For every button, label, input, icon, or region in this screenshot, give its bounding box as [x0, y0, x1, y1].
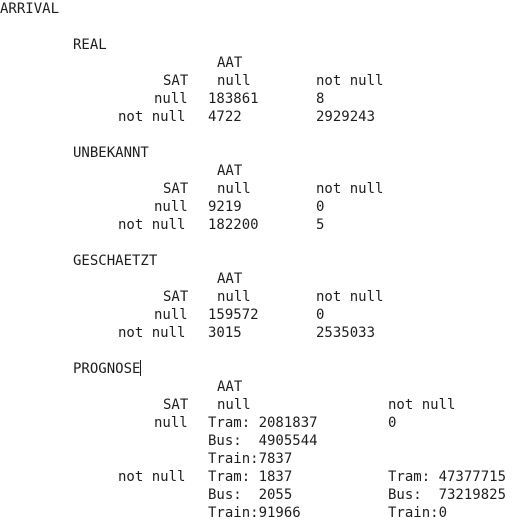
cell-value: Train:7837 — [208, 451, 293, 467]
row-label: null — [154, 91, 188, 107]
row-header: SAT — [163, 397, 189, 413]
cell-value: 8 — [316, 91, 325, 107]
cell-value: 2535033 — [316, 325, 376, 341]
section-title-real: REAL — [73, 37, 107, 53]
row-header: SAT — [163, 73, 189, 89]
row-label: null — [154, 415, 188, 431]
row-label: not null — [118, 109, 186, 125]
row-label: not null — [118, 469, 186, 485]
row-header: SAT — [163, 289, 189, 305]
col-header: AAT — [217, 379, 243, 395]
col-null-label: null — [217, 181, 251, 197]
row-label: not null — [118, 217, 186, 233]
col-null-label: null — [217, 289, 251, 305]
col-header: AAT — [217, 55, 243, 71]
col-null-label: null — [217, 397, 251, 413]
cell-value: Train:91966 — [208, 505, 301, 521]
terminal-output[interactable]: { "title": "ARRIVAL", "sections": [ { "n… — [0, 0, 524, 529]
col-not-null-label: not null — [316, 181, 384, 197]
col-null-label: null — [217, 73, 251, 89]
cell-value: Bus: 4905544 — [208, 433, 318, 449]
cell-value: Bus: 73219825 — [388, 487, 507, 503]
col-not-null-label: not null — [388, 397, 456, 413]
cell-value: 9219 — [208, 199, 242, 215]
section-title-geschaetzt: GESCHAETZT — [73, 253, 158, 269]
section-title-prognose: PROGNOSE — [73, 360, 142, 378]
cell-value: 0 — [316, 199, 325, 215]
col-header: AAT — [217, 271, 243, 287]
cell-value: Train:0 — [388, 505, 448, 521]
cell-value: 159572 — [208, 307, 259, 323]
cell-value: Tram: 1837 — [208, 469, 293, 485]
cell-value: 183861 — [208, 91, 259, 107]
cell-value: 182200 — [208, 217, 259, 233]
cell-value: 0 — [388, 415, 397, 431]
section-title-unbekannt: UNBEKANNT — [73, 145, 149, 161]
col-not-null-label: not null — [316, 289, 384, 305]
cell-value: 0 — [316, 307, 325, 323]
cell-value: 5 — [316, 217, 325, 233]
row-label: null — [154, 307, 188, 323]
row-label: null — [154, 199, 188, 215]
cell-value: Tram: 2081837 — [208, 415, 318, 431]
col-not-null-label: not null — [316, 73, 384, 89]
cell-value: Tram: 47377715 — [388, 469, 507, 485]
section-title-text: PROGNOSE — [73, 361, 141, 377]
cell-value: Bus: 2055 — [208, 487, 293, 503]
output-title: ARRIVAL — [0, 1, 60, 17]
row-label: not null — [118, 325, 186, 341]
cell-value: 3015 — [208, 325, 242, 341]
row-header: SAT — [163, 181, 189, 197]
cell-value: 2929243 — [316, 109, 376, 125]
col-header: AAT — [217, 163, 243, 179]
cell-value: 4722 — [208, 109, 242, 125]
text-cursor — [140, 360, 142, 376]
